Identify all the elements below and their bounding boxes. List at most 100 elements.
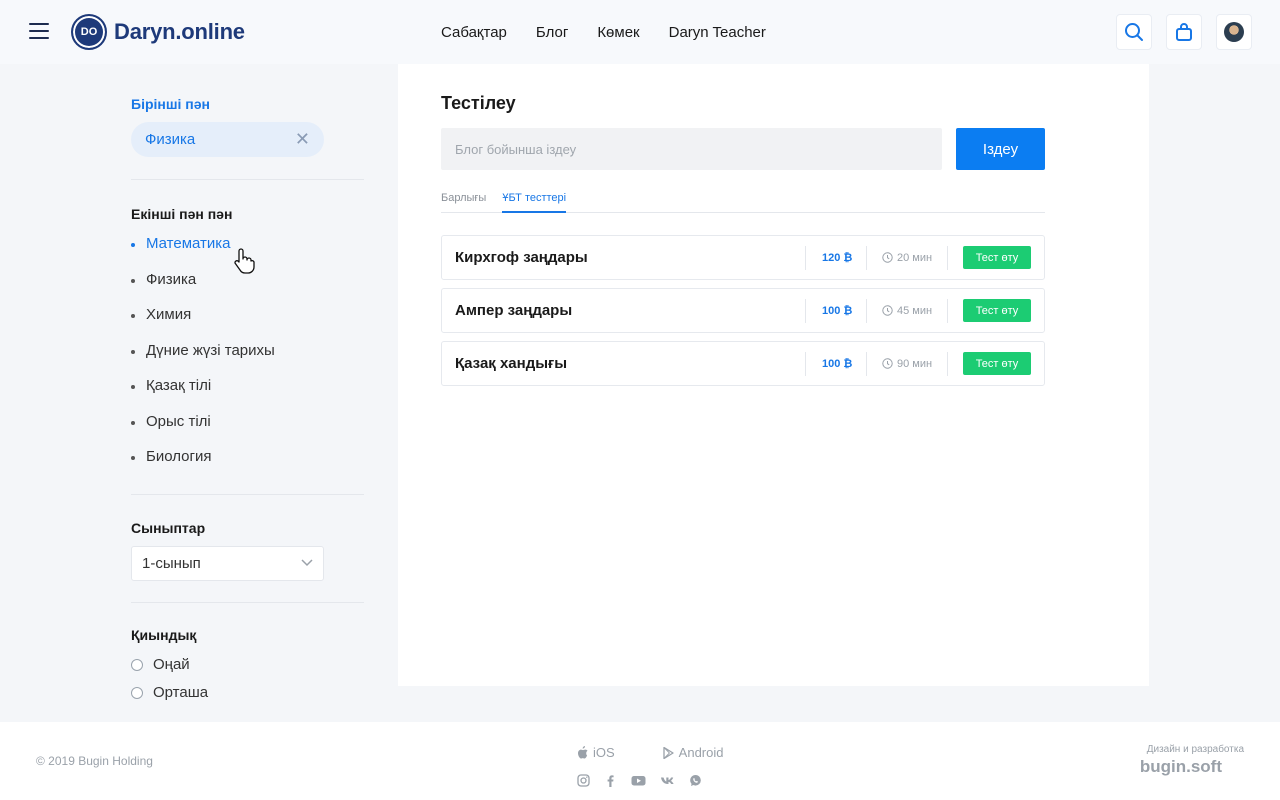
duration-value: 20 мин (897, 251, 933, 264)
vk-icon[interactable] (660, 774, 675, 787)
copyright: © 2019 Bugin Holding (36, 754, 153, 768)
tests-card: Тестілеу Іздеу Барлығы ҰБТ тесттері Кирх… (398, 64, 1149, 686)
divider (866, 299, 867, 323)
subject-item-russian[interactable]: Орыс тілі (131, 412, 364, 448)
nav-blog[interactable]: Блог (536, 24, 568, 41)
footer: © 2019 Bugin Holding iOS Android Дизайн … (0, 722, 1280, 800)
ios-label: iOS (593, 745, 615, 760)
logo-mark: DO (71, 14, 107, 50)
test-price: 100 ₿ (822, 305, 852, 317)
search-button[interactable] (1116, 14, 1152, 50)
search-submit-button[interactable]: Іздеу (956, 128, 1045, 170)
logo-text: Daryn.online (114, 19, 245, 44)
menu-icon[interactable] (29, 23, 49, 41)
test-tabs: Барлығы ҰБТ тесттері (441, 192, 1045, 213)
shopping-bag-icon (1176, 23, 1192, 41)
divider (866, 246, 867, 270)
whatsapp-icon[interactable] (689, 774, 702, 787)
test-price: 120 ₿ (822, 252, 852, 264)
page-title: Тестілеу (441, 93, 516, 113)
subject-item-physics[interactable]: Физика (131, 270, 364, 306)
coin-icon: ₿ (843, 304, 853, 317)
duration-value: 90 мин (897, 357, 933, 370)
price-value: 100 (822, 304, 841, 317)
price-value: 120 (822, 251, 841, 264)
android-label: Android (678, 745, 724, 760)
divider (805, 246, 806, 270)
ios-link[interactable]: iOS (577, 745, 639, 760)
first-subject-chip[interactable]: Физика ✕ (131, 122, 324, 157)
difficulty-easy-label: Оңай (153, 656, 190, 673)
test-duration: 45 мин (882, 305, 932, 317)
grade-select[interactable]: 1-сынып (131, 545, 324, 581)
tab-all[interactable]: Барлығы (441, 192, 486, 213)
profile-button[interactable] (1216, 14, 1252, 50)
divider (131, 493, 364, 495)
coin-icon: ₿ (843, 357, 853, 370)
cart-button[interactable] (1166, 14, 1202, 50)
credit-label: Дизайн и разработка (1146, 744, 1244, 755)
first-subject-title: Бірінші пән (131, 96, 210, 112)
divider (805, 299, 806, 323)
clock-icon (882, 252, 893, 263)
header: DO Daryn.online Сабақтар Блог Көмек Dary… (0, 0, 1280, 64)
credit-brand: bugin.soft (1139, 757, 1222, 776)
difficulty-easy-radio[interactable]: Оңай (131, 651, 364, 679)
search-input[interactable] (441, 128, 942, 170)
app-store-links: iOS Android (577, 745, 771, 760)
test-duration: 90 мин (882, 358, 932, 370)
divider (947, 299, 948, 323)
facebook-icon[interactable] (604, 774, 617, 787)
avatar (1224, 22, 1244, 42)
radio-circle (131, 658, 143, 671)
difficulty-title: Қиындық (131, 626, 197, 643)
subject-item-biology[interactable]: Биология (131, 447, 364, 483)
test-duration: 20 мин (882, 252, 932, 264)
hand-cursor-icon (234, 248, 255, 274)
android-link[interactable]: Android (663, 745, 748, 760)
play-store-icon (663, 746, 674, 759)
apple-icon (578, 746, 588, 759)
clock-icon (882, 358, 893, 369)
radio-circle (131, 686, 143, 699)
test-row[interactable]: Қазақ хандығы 100 ₿ 90 мин Тест өту (441, 341, 1045, 386)
test-price: 100 ₿ (822, 358, 852, 370)
test-row[interactable]: Ампер заңдары 100 ₿ 45 мин Тест өту (441, 288, 1045, 333)
developer-credit[interactable]: Дизайн и разработка bugin.soft (1140, 744, 1244, 777)
coin-icon: ₿ (843, 251, 853, 264)
nav-teacher[interactable]: Daryn Teacher (669, 24, 766, 41)
youtube-icon[interactable] (631, 774, 646, 787)
instagram-icon[interactable] (577, 774, 590, 787)
subject-item-kazakh[interactable]: Қазақ тілі (131, 376, 364, 412)
divider (131, 179, 364, 180)
divider (131, 601, 364, 603)
test-name: Қазақ хандығы (455, 355, 568, 372)
duration-value: 45 мин (897, 304, 933, 317)
take-test-button[interactable]: Тест өту (963, 299, 1031, 322)
difficulty-medium-label: Орташа (153, 684, 209, 701)
close-icon[interactable]: ✕ (295, 129, 310, 150)
tab-unt-tests[interactable]: ҰБТ тесттері (502, 192, 567, 213)
divider (805, 352, 806, 376)
divider (947, 246, 948, 270)
nav-help[interactable]: Көмек (597, 24, 639, 41)
difficulty-medium-radio[interactable]: Орташа (131, 679, 364, 707)
take-test-button[interactable]: Тест өту (963, 246, 1031, 269)
subject-item-chemistry[interactable]: Химия (131, 305, 364, 341)
subject-item-world-history[interactable]: Дүние жүзі тарихы (131, 341, 364, 377)
first-subject-value: Физика (145, 131, 196, 148)
test-row[interactable]: Кирхгоф заңдары 120 ₿ 20 мин Тест өту (441, 235, 1045, 280)
take-test-button[interactable]: Тест өту (963, 352, 1031, 375)
grades-title: Сыныптар (131, 519, 206, 536)
logo[interactable]: DO Daryn.online (71, 14, 245, 50)
social-links (577, 774, 716, 787)
price-value: 100 (822, 357, 841, 370)
test-name: Кирхгоф заңдары (455, 249, 588, 266)
chevron-down-icon (301, 559, 313, 567)
second-subject-title: Екінші пән пән (131, 206, 233, 222)
divider (947, 352, 948, 376)
search-icon (1125, 23, 1143, 41)
clock-icon (882, 305, 893, 316)
filters-sidebar: Бірінші пән Физика ✕ Екінші пән пән Мате… (131, 64, 364, 707)
nav-lessons[interactable]: Сабақтар (441, 24, 507, 41)
